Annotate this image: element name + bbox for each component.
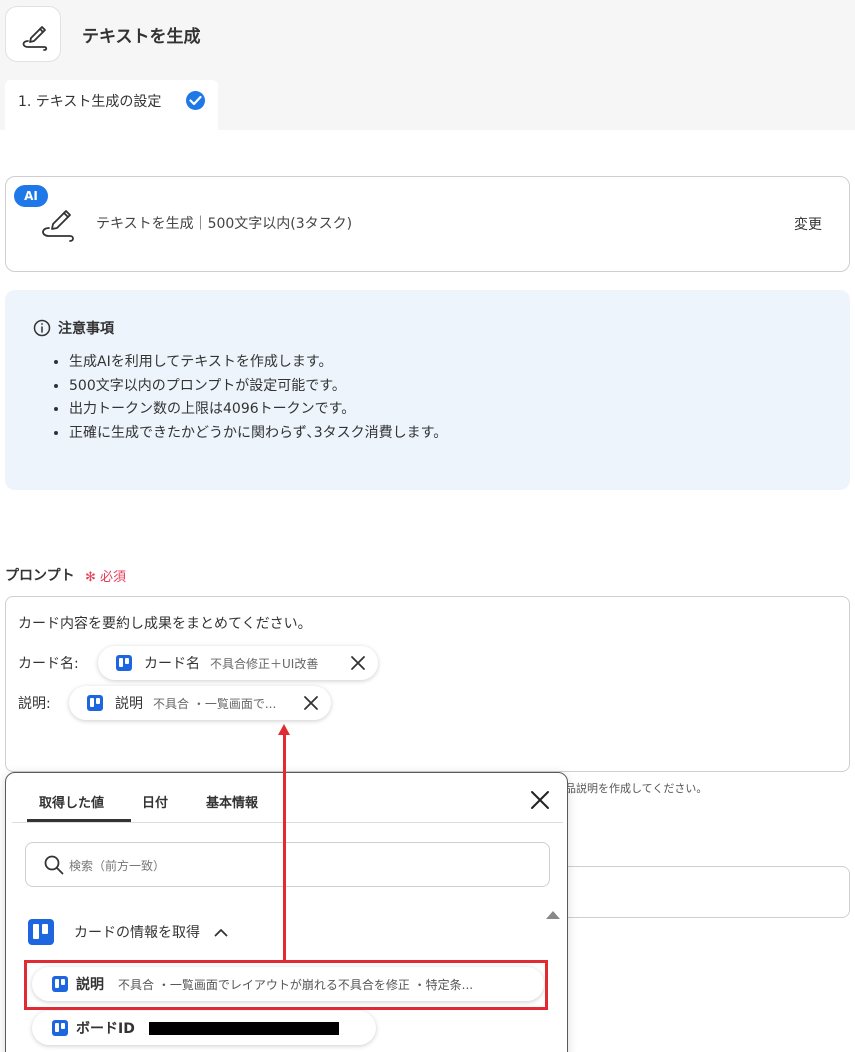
notice-list: 生成AIを利用してテキストを作成します。 500文字以内のプロンプトが設定可能で…	[53, 351, 447, 445]
chevron-up-icon	[214, 928, 228, 936]
tab-date[interactable]: 日付	[142, 792, 168, 811]
redacted-value	[148, 1021, 339, 1035]
close-icon[interactable]	[530, 790, 550, 810]
chip-value: 不具合 ・一覧画面で...	[153, 696, 277, 711]
step-tab[interactable]: 1. テキスト生成の設定	[5, 80, 218, 130]
notice-item: 出力トークン数の上限は4096トークンです。	[69, 398, 447, 422]
notice-box: 注意事項 生成AIを利用してテキストを作成します。 500文字以内のプロンプトが…	[5, 290, 850, 490]
action-card: AI テキストを生成｜500文字以内(3タスク) 変更	[5, 176, 850, 272]
close-icon[interactable]	[350, 655, 366, 671]
action-description: テキストを生成｜500文字以内(3タスク)	[96, 216, 353, 232]
active-tab-indicator	[27, 819, 131, 822]
required-badge: ✻ 必須	[85, 570, 127, 585]
page-title: テキストを生成	[82, 27, 201, 47]
picker-tabs: 取得した値 日付 基本情報	[12, 773, 563, 823]
notice-title: 注意事項	[58, 321, 114, 337]
item-name: ボードID	[76, 1021, 135, 1037]
prompt-label: プロンプト	[5, 568, 75, 584]
tab-acquired-values[interactable]: 取得した値	[39, 792, 104, 811]
variable-chip-card-name[interactable]: カード名 不具合修正＋UI改善	[98, 646, 378, 680]
notice-item: 正確に生成できたかどうかに関わらず､3タスク消費します。	[69, 422, 447, 446]
prompt-line: カード内容を要約し成果をまとめてください。	[18, 616, 312, 632]
prompt-line: カード名:	[18, 656, 79, 672]
notice-item: 500文字以内のプロンプトが設定可能です。	[69, 375, 447, 399]
annotation-arrow-head	[278, 724, 290, 735]
trello-icon	[87, 695, 103, 711]
pen-icon	[22, 26, 48, 51]
info-icon	[33, 319, 51, 337]
annotation-highlight-box	[24, 960, 548, 1010]
prompt-line: 説明:	[18, 696, 51, 712]
background-input-field[interactable]	[545, 866, 850, 918]
notice-item: 生成AIを利用してテキストを作成します。	[69, 351, 447, 375]
trello-icon	[52, 1020, 68, 1036]
variable-picker-popup: 取得した値 日付 基本情報 検索（前方一致） カードの情報を取得 説明 不具合 …	[5, 772, 568, 1052]
check-icon	[186, 91, 205, 110]
tab-basic-info[interactable]: 基本情報	[206, 792, 258, 811]
field-hint: 品説明を作成してください。	[565, 782, 708, 795]
search-input[interactable]: 検索（前方一致）	[25, 842, 550, 887]
chip-name: カード名	[144, 656, 200, 672]
app-icon	[5, 6, 61, 62]
prompt-textarea[interactable]: カード内容を要約し成果をまとめてください。 カード名: 説明: カード名 不具合…	[5, 596, 850, 772]
chip-value: 不具合修正＋UI改善	[210, 656, 319, 671]
variable-chip-description[interactable]: 説明 不具合 ・一覧画面で...	[69, 686, 331, 720]
chip-name: 説明	[115, 696, 143, 712]
change-button[interactable]: 変更	[794, 214, 822, 234]
scroll-up-arrow[interactable]	[546, 911, 560, 919]
search-icon	[44, 855, 64, 875]
pen-icon	[42, 210, 74, 242]
annotation-arrow	[283, 733, 286, 960]
trello-icon	[116, 655, 132, 671]
section-card-info[interactable]: カードの情報を取得	[28, 919, 228, 945]
close-icon[interactable]	[303, 695, 319, 711]
search-placeholder: 検索（前方一致）	[69, 859, 166, 873]
section-title: カードの情報を取得	[74, 925, 200, 941]
notice-heading: 注意事項	[33, 318, 114, 338]
picker-item-board-id[interactable]: ボードID	[32, 1011, 376, 1045]
trello-icon	[28, 919, 54, 945]
step-tab-label: 1. テキスト生成の設定	[18, 94, 162, 110]
